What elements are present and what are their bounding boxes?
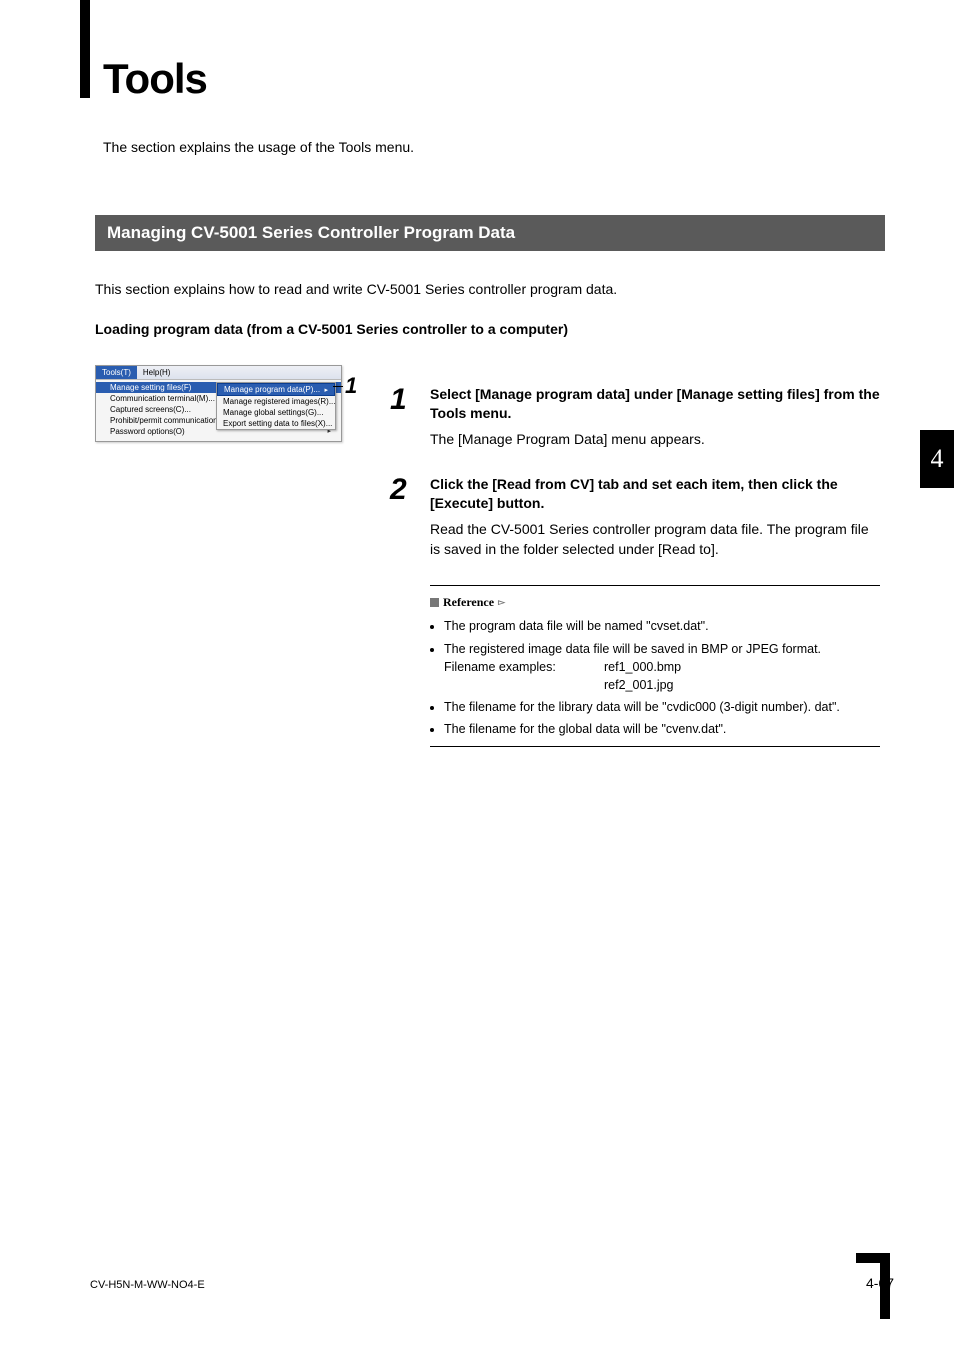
step-1-body: Select [Manage program data] under [Mana… [430, 385, 880, 449]
step-2-body: Click the [Read from CV] tab and set eac… [430, 475, 880, 559]
page-title: Tools [103, 55, 885, 103]
reference-bullet-2: The registered image data file will be s… [444, 640, 880, 694]
callout-1: 1 [333, 379, 357, 393]
reference-pointer-icon: ▻ [498, 596, 505, 609]
section-description: This section explains how to read and wr… [95, 281, 885, 297]
submenu-manage-program-data[interactable]: Manage program data(P)... [217, 383, 335, 396]
filename-spacer [444, 676, 604, 694]
filename-example-1: ref1_000.bmp [604, 658, 681, 676]
menubar-tools[interactable]: Tools(T) [96, 366, 137, 379]
submenu-manage-registered-images[interactable]: Manage registered images(R)... [217, 396, 335, 407]
steps-list: 1 Select [Manage program data] under [Ma… [390, 385, 880, 585]
reference-bullet-3: The filename for the library data will b… [444, 698, 880, 716]
footer-doc-id: CV-H5N-M-WW-NO4-E [90, 1279, 205, 1291]
content-column: Tools The section explains the usage of … [95, 55, 885, 367]
intro-text: The section explains the usage of the To… [103, 139, 885, 155]
sub-heading: Loading program data (from a CV-5001 Ser… [95, 321, 885, 337]
step-1-result: The [Manage Program Data] menu appears. [430, 429, 880, 449]
footer-corner-mark [880, 1263, 890, 1319]
reference-label-text: Reference [443, 594, 494, 611]
reference-block: Reference ▻ The program data file will b… [430, 585, 880, 747]
tools-menu-screenshot: Tools(T) Help(H) Manage setting files(F)… [95, 365, 342, 442]
reference-label: Reference ▻ [430, 594, 505, 611]
menubar-help[interactable]: Help(H) [137, 366, 177, 379]
filename-examples-label: Filename examples: [444, 658, 604, 676]
reference-bullets: The program data file will be named "cvs… [430, 617, 880, 738]
reference-bullet-2-text: The registered image data file will be s… [444, 642, 821, 656]
manage-files-submenu: Manage program data(P)... Manage registe… [216, 382, 336, 430]
section-left-bar [80, 0, 90, 98]
reference-square-icon [430, 598, 439, 607]
section-heading: Managing CV-5001 Series Controller Progr… [95, 215, 885, 251]
step-1-instruction: Select [Manage program data] under [Mana… [430, 385, 880, 423]
step-2-result: Read the CV-5001 Series controller progr… [430, 519, 880, 560]
tools-dropdown: Manage setting files(F) Communication te… [96, 379, 341, 441]
step-1: 1 Select [Manage program data] under [Ma… [390, 385, 880, 449]
submenu-manage-global-settings[interactable]: Manage global settings(G)... [217, 407, 335, 418]
reference-bottom-rule [430, 746, 880, 747]
filename-example-2: ref2_001.jpg [604, 676, 674, 694]
reference-bullet-4: The filename for the global data will be… [444, 720, 880, 738]
callout-number: 1 [345, 373, 357, 399]
step-2-instruction: Click the [Read from CV] tab and set eac… [430, 475, 880, 513]
page-footer: CV-H5N-M-WW-NO4-E 4-67 [90, 1275, 894, 1291]
reference-top-rule [430, 585, 880, 586]
chapter-side-tab: 4 [920, 430, 954, 488]
page: Tools The section explains the usage of … [0, 0, 954, 1351]
reference-bullet-1: The program data file will be named "cvs… [444, 617, 880, 635]
submenu-export-setting-data[interactable]: Export setting data to files(X)... [217, 418, 335, 429]
filename-row-2: ref2_001.jpg [444, 676, 880, 694]
step-1-number: 1 [390, 385, 430, 449]
step-2-number: 2 [390, 475, 430, 559]
filename-row-1: Filename examples: ref1_000.bmp [444, 658, 880, 676]
callout-line [333, 386, 343, 387]
step-2: 2 Click the [Read from CV] tab and set e… [390, 475, 880, 559]
menubar: Tools(T) Help(H) [96, 366, 341, 379]
